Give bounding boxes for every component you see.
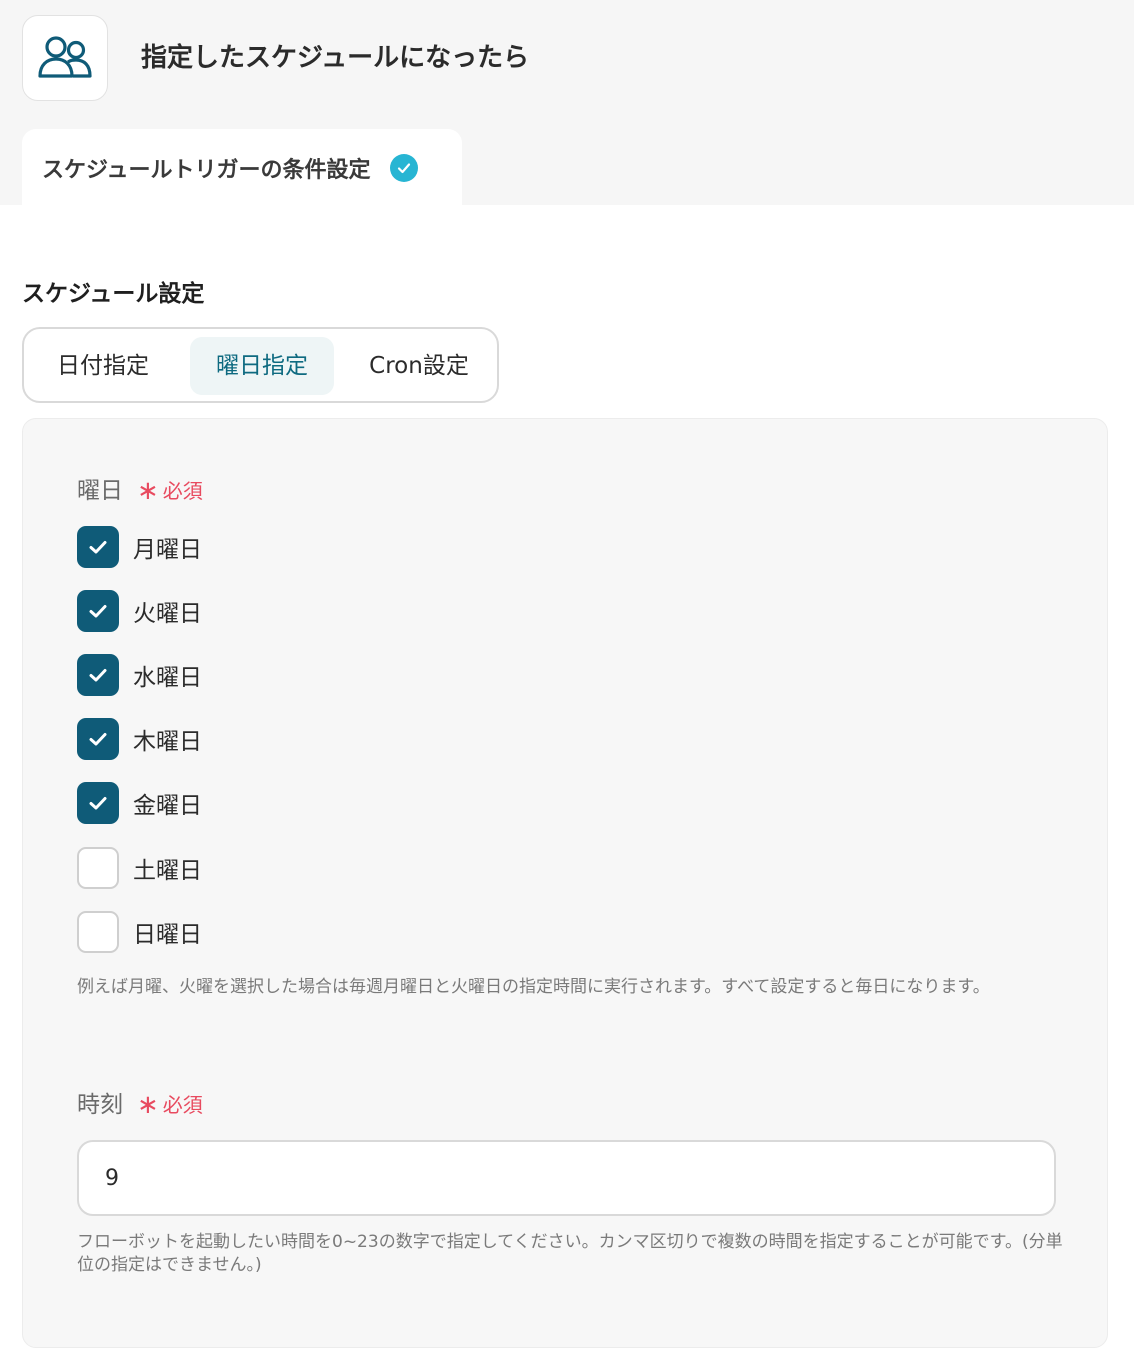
weekday-option-sunday[interactable]: 日曜日 xyxy=(77,911,202,953)
checkbox-label: 火曜日 xyxy=(133,601,202,627)
checkmark-icon xyxy=(89,669,107,682)
weekday-label-text: 曜日 xyxy=(77,478,123,504)
weekday-option-thursday[interactable]: 木曜日 xyxy=(77,718,202,760)
settings-panel: 曜日 ∗ 必須 月曜日 火曜日 水曜日 木曜日 金曜日 土曜日 日曜日 例えば月… xyxy=(22,418,1108,1348)
page-title: 指定したスケジュールになったら xyxy=(141,43,530,73)
weekday-option-wednesday[interactable]: 水曜日 xyxy=(77,654,202,696)
check-circle-icon xyxy=(390,153,419,182)
weekday-option-friday[interactable]: 金曜日 xyxy=(77,782,202,824)
mode-date-button[interactable]: 日付指定 xyxy=(36,337,170,395)
checkmark-icon xyxy=(89,605,107,618)
schedule-settings-title: スケジュール設定 xyxy=(22,281,205,307)
checkmark-icon xyxy=(89,541,107,554)
checkbox-label: 金曜日 xyxy=(133,793,202,819)
checkmark-icon xyxy=(89,797,107,810)
checkbox-label: 月曜日 xyxy=(133,537,202,563)
checkbox-checked[interactable] xyxy=(77,782,119,824)
required-badge: ∗ 必須 xyxy=(137,476,203,506)
mode-cron-button[interactable]: Cron設定 xyxy=(349,337,489,395)
required-text: 必須 xyxy=(162,479,203,503)
weekday-option-saturday[interactable]: 土曜日 xyxy=(77,847,202,889)
required-text: 必須 xyxy=(162,1093,203,1117)
checkbox-label: 木曜日 xyxy=(133,729,202,755)
checkbox-unchecked[interactable] xyxy=(77,911,119,953)
time-label: 時刻 ∗ 必須 xyxy=(77,1090,203,1120)
required-asterisk-icon: ∗ xyxy=(137,476,159,506)
schedule-mode-selector: 日付指定 曜日指定 Cron設定 xyxy=(22,327,499,403)
app-icon-box xyxy=(22,15,108,101)
weekday-help-text: 例えば月曜、火曜を選択した場合は毎週月曜日と火曜日の指定時間に実行されます。すべ… xyxy=(77,977,990,997)
checkbox-checked[interactable] xyxy=(77,654,119,696)
checkbox-label: 水曜日 xyxy=(133,665,202,691)
tab-label: スケジュールトリガーの条件設定 xyxy=(42,157,371,183)
time-label-text: 時刻 xyxy=(77,1092,123,1118)
required-badge: ∗ 必須 xyxy=(137,1090,203,1120)
weekday-option-tuesday[interactable]: 火曜日 xyxy=(77,590,202,632)
weekday-option-monday[interactable]: 月曜日 xyxy=(77,526,202,568)
checkbox-checked[interactable] xyxy=(77,590,119,632)
required-asterisk-icon: ∗ xyxy=(137,1090,159,1120)
weekday-label: 曜日 ∗ 必須 xyxy=(77,476,203,506)
time-input[interactable] xyxy=(77,1140,1056,1216)
time-help-text: フローボットを起動したい時間を0~23の数字で指定してください。カンマ区切りで複… xyxy=(77,1232,1063,1275)
checkbox-label: 土曜日 xyxy=(133,858,202,884)
users-icon xyxy=(38,36,92,78)
checkbox-checked[interactable] xyxy=(77,718,119,760)
tab-trigger-conditions[interactable]: スケジュールトリガーの条件設定 xyxy=(22,129,462,206)
mode-weekday-button[interactable]: 曜日指定 xyxy=(190,337,334,395)
checkbox-checked[interactable] xyxy=(77,526,119,568)
checkbox-label: 日曜日 xyxy=(133,922,202,948)
checkmark-icon xyxy=(89,733,107,746)
checkbox-unchecked[interactable] xyxy=(77,847,119,889)
